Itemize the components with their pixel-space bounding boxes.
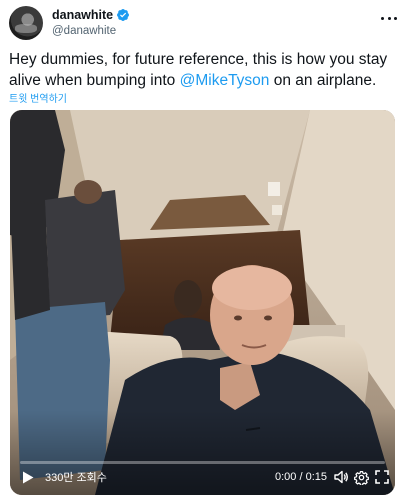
video-player[interactable]: 330만 조회수 0:00 / 0:15 — [10, 110, 395, 495]
volume-icon[interactable] — [333, 469, 349, 485]
fullscreen-icon[interactable] — [375, 470, 389, 484]
translate-tweet-link[interactable]: 트윗 번역하기 — [9, 90, 67, 105]
author-name-row: danawhite — [52, 8, 130, 22]
progress-bar[interactable] — [20, 461, 385, 464]
gear-icon[interactable] — [354, 470, 369, 486]
tweet-text: Hey dummies, for future reference, this … — [9, 49, 401, 91]
view-count: 330만 조회수 — [45, 472, 107, 484]
verified-badge-icon — [116, 8, 130, 22]
more-icon[interactable] — [381, 10, 397, 26]
tweet-header: danawhite @danawhite — [9, 6, 399, 40]
play-icon[interactable] — [20, 469, 36, 485]
mention-link[interactable]: @MikeTyson — [180, 72, 270, 89]
video-time: 0:00 / 0:15 — [275, 471, 327, 483]
author-handle[interactable]: @danawhite — [52, 25, 116, 37]
author-display-name[interactable]: danawhite — [52, 8, 113, 22]
video-frame — [10, 110, 395, 495]
tweet-text-after: on an airplane. — [269, 72, 377, 89]
video-controls: 330만 조회수 0:00 / 0:15 — [10, 459, 395, 495]
tweet-card: danawhite @danawhite Hey dummies, for fu… — [0, 0, 407, 500]
avatar[interactable] — [9, 6, 43, 40]
